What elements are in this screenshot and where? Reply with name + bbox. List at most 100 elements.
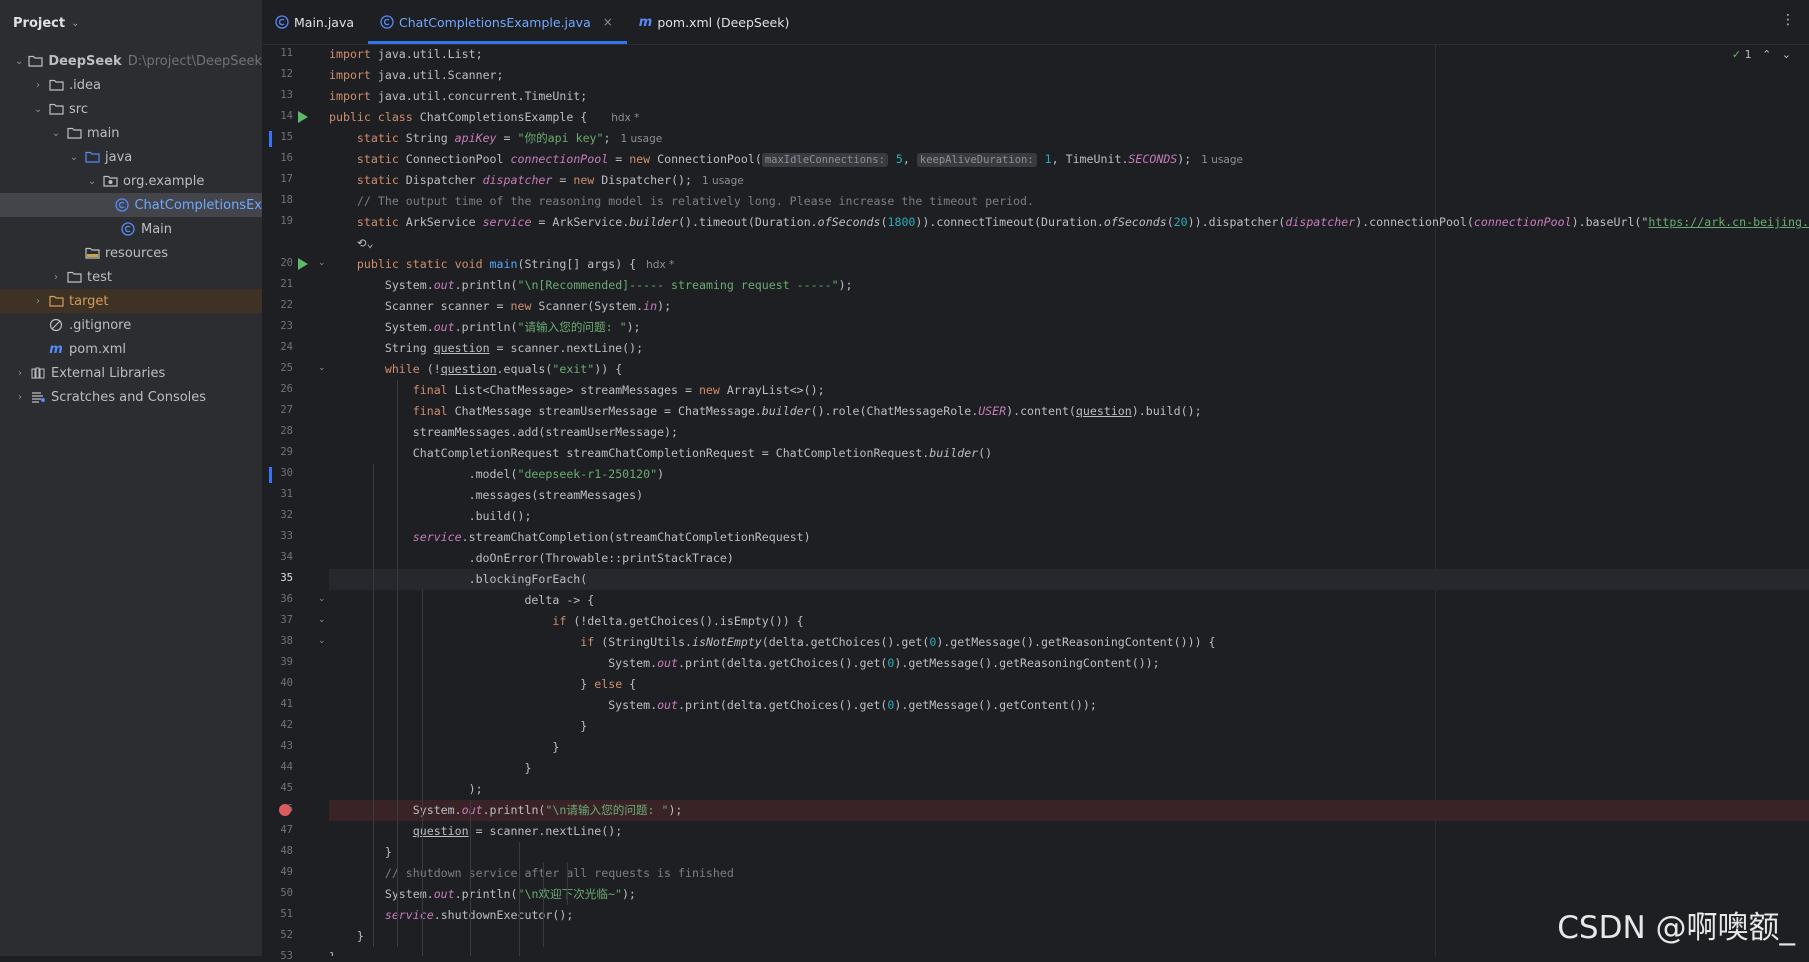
line-number[interactable]: 39	[263, 656, 293, 668]
tab-main-java[interactable]: Main.java	[263, 0, 368, 44]
line-number[interactable]: 14	[263, 110, 293, 122]
line-number[interactable]: 29	[263, 446, 293, 458]
tree-item-pom-xml[interactable]: m pom.xml	[0, 337, 262, 361]
line-number[interactable]: 48	[263, 845, 293, 857]
project-panel-header[interactable]: Project ⌄	[0, 0, 262, 46]
chevron-right-icon[interactable]: ›	[14, 368, 26, 379]
code-line-43[interactable]: }	[329, 737, 1809, 758]
code-line-25[interactable]: while (!question.equals("exit")) {	[329, 359, 1809, 380]
line-number[interactable]: 21	[263, 278, 293, 290]
line-number[interactable]: 36	[263, 593, 293, 605]
more-options-icon[interactable]: ⋮	[1781, 12, 1795, 28]
line-number[interactable]: 41	[263, 698, 293, 710]
line-number[interactable]: 23	[263, 320, 293, 332]
code-line-26[interactable]: final List<ChatMessage> streamMessages =…	[329, 380, 1809, 401]
line-number[interactable]: 45	[263, 782, 293, 794]
line-number[interactable]: 49	[263, 866, 293, 878]
line-number[interactable]: 16	[263, 152, 293, 164]
chevron-down-icon[interactable]: ⌄	[50, 128, 62, 139]
code-line-44[interactable]: }	[329, 758, 1809, 779]
code-line-45[interactable]: );	[329, 779, 1809, 800]
line-number[interactable]: 52	[263, 929, 293, 941]
close-tab-icon[interactable]: ×	[603, 15, 613, 29]
chevron-down-icon[interactable]: ⌄	[86, 176, 98, 187]
tree-item-main[interactable]: ⌄ main	[0, 121, 262, 145]
tree-item-deepseek[interactable]: ⌄ DeepSeek D:\project\DeepSeek	[0, 49, 262, 73]
code-line-20[interactable]: public static void main(String[] args) {…	[329, 254, 1809, 275]
code-line-47[interactable]: question = scanner.nextLine();	[329, 821, 1809, 842]
chevron-right-icon[interactable]: ›	[50, 272, 62, 283]
tab-pom-xml-deepseek[interactable]: m pom.xml (DeepSeek)	[627, 0, 804, 44]
line-number[interactable]: 25	[263, 362, 293, 374]
code-line-27[interactable]: final ChatMessage streamUserMessage = Ch…	[329, 401, 1809, 422]
usage-hint[interactable]: 1 usage	[702, 175, 744, 187]
line-number[interactable]: 33	[263, 530, 293, 542]
line-number[interactable]: 40	[263, 677, 293, 689]
code-line-14[interactable]: public class ChatCompletionsExample { hd…	[329, 107, 1809, 128]
line-number[interactable]: 27	[263, 404, 293, 416]
code-line-41[interactable]: System.out.print(delta.getChoices().get(…	[329, 695, 1809, 716]
code-line-46[interactable]: System.out.println("\n请输入您的问题: ");	[329, 800, 1809, 821]
line-number[interactable]: 44	[263, 761, 293, 773]
tree-item-org-example[interactable]: ⌄ org.example	[0, 169, 262, 193]
code-line-23[interactable]: System.out.println("请输入您的问题: ");	[329, 317, 1809, 338]
code-line-40[interactable]: } else {	[329, 674, 1809, 695]
usage-hint[interactable]: hdx *	[611, 112, 639, 124]
change-marker[interactable]	[269, 467, 272, 483]
code-line-16[interactable]: static ConnectionPool connectionPool = n…	[329, 149, 1809, 170]
code-line-18[interactable]: // The output time of the reasoning mode…	[329, 191, 1809, 212]
code-line-48[interactable]: }	[329, 842, 1809, 863]
tree-item-idea[interactable]: › .idea	[0, 73, 262, 97]
line-number[interactable]: 32	[263, 509, 293, 521]
line-number[interactable]: 42	[263, 719, 293, 731]
tree-item-target[interactable]: › target	[0, 289, 262, 313]
line-number[interactable]: 12	[263, 68, 293, 80]
code-line-17[interactable]: static Dispatcher dispatcher = new Dispa…	[329, 170, 1809, 191]
line-number[interactable]: 53	[263, 950, 293, 962]
chevron-right-icon[interactable]: ›	[14, 392, 26, 403]
tree-item-resources[interactable]: resources	[0, 241, 262, 265]
line-number[interactable]: 15	[263, 131, 293, 143]
code-line-31[interactable]: .messages(streamMessages)	[329, 485, 1809, 506]
tab-chatcompletionsexample-java[interactable]: ChatCompletionsExample.java ×	[368, 0, 627, 44]
code-line-32[interactable]: .build();	[329, 506, 1809, 527]
code-line-11[interactable]: import java.util.List;	[329, 44, 1809, 65]
chevron-down-icon[interactable]: ⌄	[68, 152, 80, 163]
tree-item-gitignore[interactable]: .gitignore	[0, 313, 262, 337]
code-line-39[interactable]: System.out.print(delta.getChoices().get(…	[329, 653, 1809, 674]
line-number[interactable]: 30	[263, 467, 293, 479]
code-line-19[interactable]: static ArkService service = ArkService.b…	[329, 212, 1809, 233]
fold-chevron-icon[interactable]: ⌄	[318, 594, 326, 604]
fold-chevron-icon[interactable]: ⌄	[318, 636, 326, 646]
tree-item-java[interactable]: ⌄ java	[0, 145, 262, 169]
line-number[interactable]: 13	[263, 89, 293, 101]
code-line-38[interactable]: if (StringUtils.isNotEmpty(delta.getChoi…	[329, 632, 1809, 653]
run-main-icon[interactable]	[298, 258, 308, 270]
code-line-37[interactable]: if (!delta.getChoices().isEmpty()) {	[329, 611, 1809, 632]
line-number[interactable]: 43	[263, 740, 293, 752]
chevron-down-icon[interactable]: ⌄	[14, 56, 24, 67]
code-line-22[interactable]: Scanner scanner = new Scanner(System.in)…	[329, 296, 1809, 317]
code-line-21[interactable]: System.out.println("\n[Recommended]-----…	[329, 275, 1809, 296]
breakpoint-icon[interactable]	[279, 804, 291, 816]
code-line-12[interactable]: import java.util.Scanner;	[329, 65, 1809, 86]
code-line-30[interactable]: .model("deepseek-r1-250120")	[329, 464, 1809, 485]
code-line-13[interactable]: import java.util.concurrent.TimeUnit;	[329, 86, 1809, 107]
tree-item-test[interactable]: › test	[0, 265, 262, 289]
tree-item-scratches-and-consoles[interactable]: › Scratches and Consoles	[0, 385, 262, 409]
line-number[interactable]: 38	[263, 635, 293, 647]
code-line-24[interactable]: String question = scanner.nextLine();	[329, 338, 1809, 359]
code-line-29[interactable]: ChatCompletionRequest streamChatCompleti…	[329, 443, 1809, 464]
editor-gutter[interactable]: 11 12 13 14 15 16 17 18 19 20 21 22 23 24 25 26 27 28 29 30…	[263, 44, 329, 962]
code-view[interactable]: import java.util.List; import java.util.S…	[329, 44, 1809, 956]
line-number[interactable]: 50	[263, 887, 293, 899]
chevron-right-icon[interactable]: ›	[32, 80, 44, 91]
fold-chevron-icon[interactable]: ⌄	[318, 258, 326, 268]
code-line-53[interactable]: }	[329, 947, 1809, 956]
chevron-down-icon[interactable]: ⌄	[32, 104, 44, 115]
line-number[interactable]: 26	[263, 383, 293, 395]
line-number[interactable]: 19	[263, 215, 293, 227]
line-number[interactable]: 51	[263, 908, 293, 920]
code-line-15[interactable]: static String apiKey = "你的api key"; 1 usa…	[329, 128, 1809, 149]
line-number[interactable]: 22	[263, 299, 293, 311]
